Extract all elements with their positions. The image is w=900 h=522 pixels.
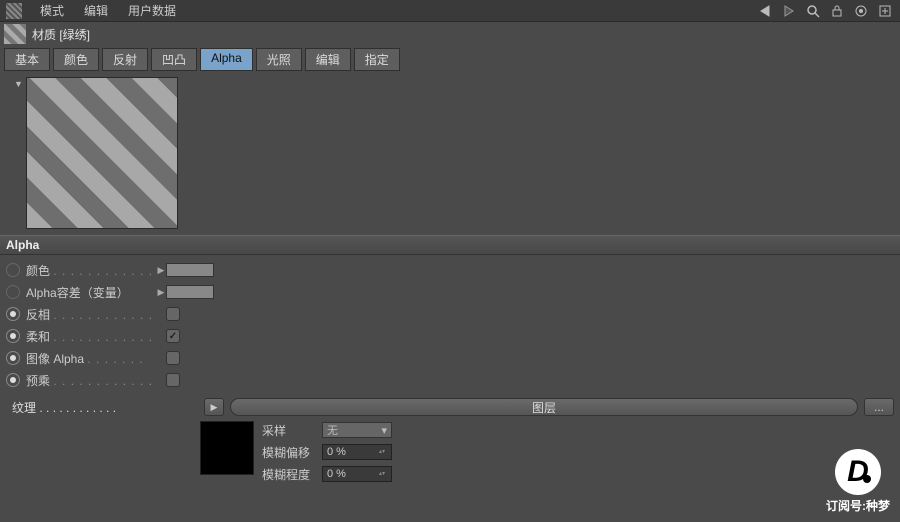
tab-bump[interactable]: 凹凸 [151,48,197,71]
check-soft[interactable] [166,329,180,343]
label-soft: 柔和 . . . . . . . . . . . . [26,328,156,345]
tab-illum[interactable]: 光照 [256,48,302,71]
blur-offset-field[interactable]: 0 %▴▾ [322,444,392,460]
menubar: 模式 编辑 用户数据 [0,0,900,22]
tab-basic[interactable]: 基本 [4,48,50,71]
lock-icon[interactable] [828,2,846,20]
watermark-text: 订阅号:种梦 [826,497,890,514]
label-tolerance: Alpha容差（变量） [26,284,156,301]
tab-edit[interactable]: 编辑 [305,48,351,71]
texture-play-button[interactable]: ▶ [204,398,224,416]
label-sampling: 采样 [262,422,316,439]
radio-premult[interactable] [6,373,20,387]
expand-tolerance-icon[interactable]: ▶ [156,287,166,298]
texture-params: 采样 无▾ 模糊偏移 0 %▴▾ 模糊程度 0 %▴▾ [0,419,900,489]
expand-color-icon[interactable]: ▶ [156,265,166,276]
tab-bar: 基本 颜色 反射 凹凸 Alpha 光照 编辑 指定 [0,46,900,71]
spinner-icon[interactable]: ▴▾ [379,450,387,455]
new-icon[interactable] [876,2,894,20]
disclosure-icon[interactable]: ▼ [14,79,24,89]
menu-userdata[interactable]: 用户数据 [118,2,186,19]
check-image-alpha[interactable] [166,351,180,365]
spinner-icon[interactable]: ▴▾ [379,472,387,477]
texture-more-button[interactable]: ... [864,398,894,416]
blur-scale-field[interactable]: 0 %▴▾ [322,466,392,482]
row-blur-scale: 模糊程度 0 %▴▾ [262,465,392,483]
label-color: 颜色 . . . . . . . . . . . . [26,262,156,279]
check-invert[interactable] [166,307,180,321]
search-icon[interactable] [804,2,822,20]
radio-soft[interactable] [6,329,20,343]
radio-invert[interactable] [6,307,20,321]
row-tolerance: Alpha容差（变量） ▶ [6,281,894,303]
nav-back-icon[interactable] [756,2,774,20]
material-title: 材质 [绿绣] [32,26,90,43]
menu-edit[interactable]: 编辑 [74,2,118,19]
radio-tolerance[interactable] [6,285,20,299]
label-blur-offset: 模糊偏移 [262,444,316,461]
label-blur-scale: 模糊程度 [262,466,316,483]
title-row: 材质 [绿绣] [0,22,900,46]
tab-alpha[interactable]: Alpha [200,48,253,71]
label-premult: 预乘 . . . . . . . . . . . . [26,372,156,389]
texture-row: 纹理 . . . . . . . . . . . . ▶ 图层 ... [0,395,900,419]
row-soft: 柔和 . . . . . . . . . . . . [6,325,894,347]
params-panel: 颜色 . . . . . . . . . . . . ▶ Alpha容差（变量）… [0,255,900,395]
row-color: 颜色 . . . . . . . . . . . . ▶ [6,259,894,281]
chevron-down-icon: ▾ [381,424,387,437]
tab-assign[interactable]: 指定 [354,48,400,71]
nav-forward-icon[interactable] [780,2,798,20]
tab-reflect[interactable]: 反射 [102,48,148,71]
target-icon[interactable] [852,2,870,20]
watermark-logo: D [835,449,881,495]
row-sampling: 采样 无▾ [262,421,392,439]
row-image-alpha: 图像 Alpha . . . . . . . [6,347,894,369]
sampling-dropdown[interactable]: 无▾ [322,422,392,438]
label-invert: 反相 . . . . . . . . . . . . [26,306,156,323]
row-blur-offset: 模糊偏移 0 %▴▾ [262,443,392,461]
label-texture: 纹理 . . . . . . . . . . . . [12,399,142,416]
radio-image-alpha[interactable] [6,351,20,365]
tolerance-swatch[interactable] [166,285,214,299]
color-swatch[interactable] [166,263,214,277]
row-premult: 预乘 . . . . . . . . . . . . [6,369,894,391]
watermark: D 订阅号:种梦 [826,449,890,514]
texture-thumbnail[interactable] [200,421,254,475]
check-premult[interactable] [166,373,180,387]
label-image-alpha: 图像 Alpha . . . . . . . [26,350,156,367]
section-header: Alpha [0,235,900,255]
app-icon [6,3,22,19]
preview-area: ▼ [0,71,900,235]
menu-mode[interactable]: 模式 [30,2,74,19]
layer-bar[interactable]: 图层 [230,398,858,416]
material-preview[interactable] [26,77,178,229]
material-swatch-icon [4,24,26,44]
radio-color[interactable] [6,263,20,277]
row-invert: 反相 . . . . . . . . . . . . [6,303,894,325]
tab-color[interactable]: 颜色 [53,48,99,71]
